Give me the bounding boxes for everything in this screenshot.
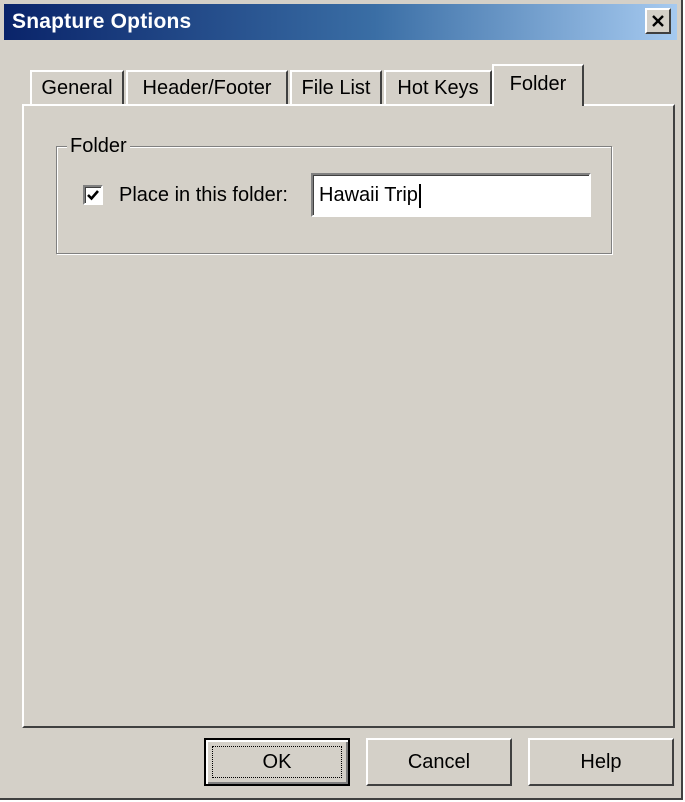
place-in-folder-checkbox[interactable] (83, 185, 103, 205)
folder-name-input[interactable]: Hawaii Trip (311, 173, 591, 217)
groupbox-legend: Folder (67, 133, 130, 159)
options-dialog: Snapture Options General Header/Footer F… (0, 0, 683, 800)
checkmark-icon (87, 190, 99, 201)
ok-button-label: OK (262, 751, 292, 773)
tab-panel-folder: Folder Place in this folder: Hawaii Trip (22, 104, 675, 728)
help-button[interactable]: Help (528, 738, 674, 786)
window-title: Snapture Options (12, 10, 192, 33)
tab-general[interactable]: General (30, 70, 124, 104)
folder-groupbox: Folder Place in this folder: Hawaii Trip (56, 133, 612, 254)
tab-folder[interactable]: Folder (492, 64, 584, 106)
folder-name-value: Hawaii Trip (319, 184, 418, 206)
cancel-button[interactable]: Cancel (366, 738, 512, 786)
close-button[interactable] (645, 8, 671, 34)
text-caret (418, 183, 421, 208)
tab-hot-keys[interactable]: Hot Keys (384, 70, 492, 104)
tab-file-list[interactable]: File List (290, 70, 382, 104)
title-bar: Snapture Options (4, 4, 677, 40)
close-icon (652, 15, 664, 27)
tab-header-footer[interactable]: Header/Footer (126, 70, 288, 104)
ok-button[interactable]: OK (204, 738, 350, 786)
place-in-folder-label[interactable]: Place in this folder: (119, 181, 288, 209)
